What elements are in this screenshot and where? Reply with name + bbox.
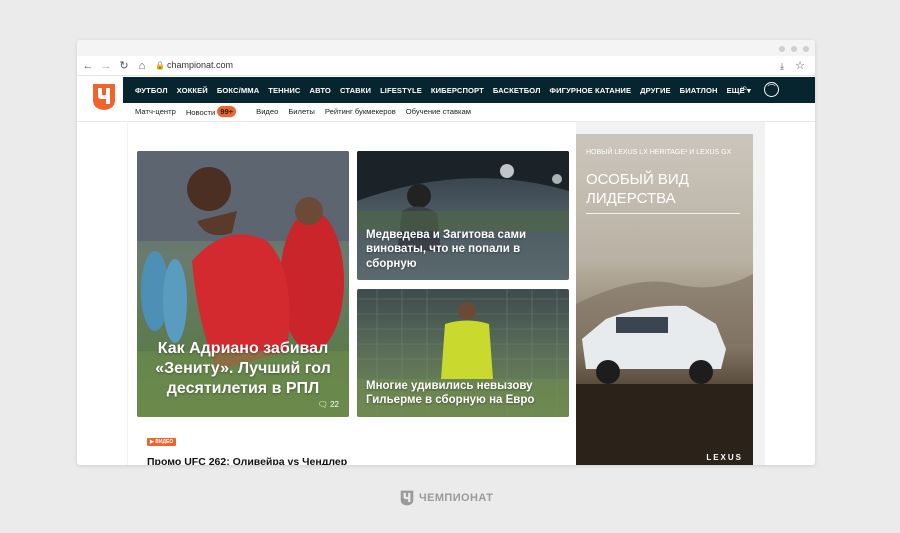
browser-titlebar: [77, 40, 815, 56]
window-dot[interactable]: [803, 46, 809, 52]
nav-biathlon[interactable]: БИАТЛОН: [680, 86, 718, 95]
nav-tennis[interactable]: ТЕННИС: [268, 86, 300, 95]
reload-icon[interactable]: ↻: [117, 59, 131, 73]
address-bar[interactable]: championat.com: [167, 60, 233, 70]
subnav-video[interactable]: Видео: [256, 107, 278, 116]
subnav-bookmaker-rating[interactable]: Рейтинг букмекеров: [325, 107, 396, 116]
nav-football[interactable]: ФУТБОЛ: [135, 86, 168, 95]
nav-esports[interactable]: КИБЕРСПОРТ: [431, 86, 484, 95]
nav-auto[interactable]: АВТО: [310, 86, 331, 95]
ad-headline: ОСОБЫЙ ВИД ЛИДЕРСТВА: [586, 171, 689, 207]
promo-title[interactable]: Промо UFC 262: Оливейра vs Чендлер: [147, 456, 347, 465]
main-news-title: Как Адриано забивал «Зениту». Лучший гол…: [155, 340, 331, 397]
news-card-title: Медведева и Загитова сами виноваты, что …: [366, 229, 527, 270]
site-logo[interactable]: [77, 77, 123, 117]
subnav-tickets[interactable]: Билеты: [288, 107, 315, 116]
subnav-news[interactable]: Новости 99+: [186, 106, 246, 117]
nav-other[interactable]: ДРУГИЕ: [640, 86, 671, 95]
star-icon[interactable]: ☆: [793, 59, 807, 73]
subnav-match-center[interactable]: Матч-центр: [135, 107, 176, 116]
news-count-badge: 99+: [217, 106, 237, 117]
video-badge: ▶ ВИДЕО: [147, 438, 177, 446]
nav-basketball[interactable]: БАСКЕТБОЛ: [493, 86, 541, 95]
subnav-betting-training[interactable]: Обучение ставкам: [406, 107, 471, 116]
footer-brand-name: ЧЕМПИОНАТ: [419, 492, 494, 504]
divider: [586, 213, 740, 214]
window-dot[interactable]: [779, 46, 785, 52]
championat-logo-icon: [400, 490, 414, 506]
comments-count[interactable]: 🗨︎ 22: [318, 400, 339, 409]
comment-icon: 🗨︎: [317, 400, 328, 409]
nav-boxing[interactable]: БОКС/ММА: [217, 86, 259, 95]
ad-subtitle: НОВЫЙ LEXUS LX HERITAGE¹ И LEXUS GX: [586, 149, 732, 156]
nav-bets[interactable]: СТАВКИ: [340, 86, 371, 95]
forward-icon[interactable]: →: [99, 59, 113, 73]
home-icon[interactable]: ⌂: [135, 59, 149, 73]
lexus-logo: LEXUS: [706, 453, 743, 462]
subnav-news-label: Новости: [185, 108, 216, 117]
window-dot[interactable]: [791, 46, 797, 52]
search-icon[interactable]: ⌕: [742, 83, 748, 94]
download-icon[interactable]: ⤓: [775, 59, 789, 73]
nav-lifestyle[interactable]: LIFESTYLE: [380, 86, 422, 95]
user-icon[interactable]: ⌒: [764, 82, 779, 97]
nav-figure-skating[interactable]: ФИГУРНОЕ КАТАНИЕ: [550, 86, 632, 95]
back-icon[interactable]: ←: [81, 59, 95, 73]
championat-logo-icon: [93, 84, 115, 110]
main-nav: ФУТБОЛ ХОККЕЙ БОКС/ММА ТЕННИС АВТО СТАВК…: [135, 77, 760, 103]
comments-number: 22: [330, 400, 339, 409]
nav-hockey[interactable]: ХОККЕЙ: [177, 86, 208, 95]
sub-nav: Матч-центр Новости 99+ Видео Билеты Рейти…: [135, 103, 481, 120]
news-card-title: Многие удивились невызову Гильерме в сбо…: [366, 380, 535, 407]
footer-brand: ЧЕМПИОНАТ: [400, 490, 493, 506]
browser-toolbar: ← → ↻ ⌂ 🔒 championat.com ⤓ ☆: [77, 56, 815, 76]
main-news-card[interactable]: Как Адриано забивал «Зениту». Лучший гол…: [137, 151, 349, 417]
lock-icon: 🔒: [155, 61, 165, 70]
ad-banner[interactable]: НОВЫЙ LEXUS LX HERITAGE¹ И LEXUS GX ОСОБ…: [576, 134, 753, 465]
news-card[interactable]: Медведева и Загитова сами виноваты, что …: [357, 151, 569, 280]
news-card[interactable]: Многие удивились невызову Гильерме в сбо…: [357, 289, 569, 417]
browser-window: ← → ↻ ⌂ 🔒 championat.com ⤓ ☆ ФУТБОЛ ХОКК…: [77, 40, 815, 465]
